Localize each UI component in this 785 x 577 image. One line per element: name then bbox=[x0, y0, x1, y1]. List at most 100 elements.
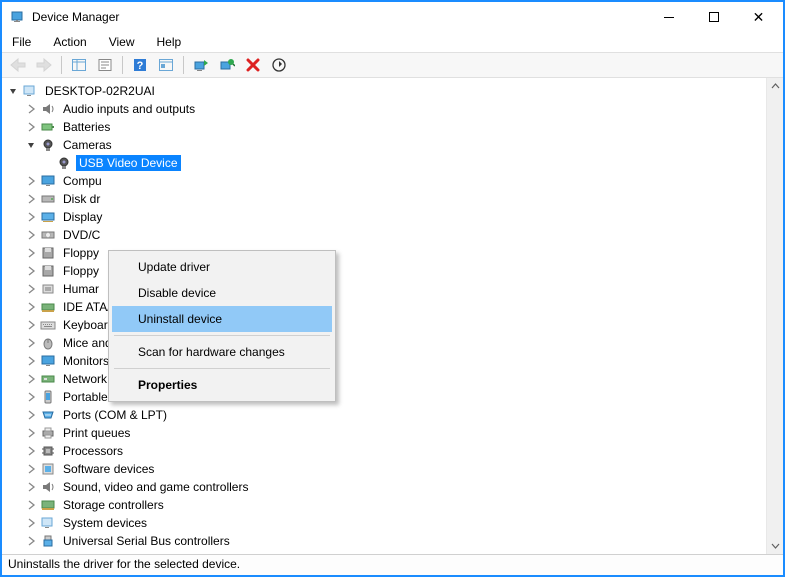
chevron-right-icon[interactable] bbox=[24, 516, 38, 530]
vertical-scrollbar[interactable] bbox=[766, 78, 783, 554]
floppy-icon bbox=[40, 263, 56, 279]
software-icon bbox=[40, 461, 56, 477]
toolbar-uninstall-button[interactable] bbox=[241, 54, 265, 76]
toolbar-update-driver-button[interactable] bbox=[189, 54, 213, 76]
tree-item-label: Disk dr bbox=[60, 191, 103, 207]
chevron-right-icon[interactable] bbox=[24, 354, 38, 368]
tree-item-usb-controllers[interactable]: Universal Serial Bus controllers bbox=[6, 532, 766, 550]
chevron-right-icon[interactable] bbox=[24, 246, 38, 260]
computer-icon bbox=[22, 83, 38, 99]
close-button[interactable]: ✕ bbox=[736, 3, 781, 31]
tree-item-label: Floppy bbox=[60, 245, 102, 261]
ide-icon bbox=[40, 299, 56, 315]
tree-item-label: Floppy bbox=[60, 263, 102, 279]
menubar: File Action View Help bbox=[2, 32, 783, 52]
menu-action[interactable]: Action bbox=[49, 34, 90, 50]
tree-item-label: Compu bbox=[60, 173, 105, 189]
maximize-button[interactable] bbox=[691, 3, 736, 31]
chevron-right-icon[interactable] bbox=[24, 228, 38, 242]
tree-item-print-queues[interactable]: Print queues bbox=[6, 424, 766, 442]
port-icon bbox=[40, 407, 56, 423]
tree-item-cameras[interactable]: Cameras bbox=[6, 136, 766, 154]
chevron-right-icon[interactable] bbox=[24, 498, 38, 512]
chevron-right-icon[interactable] bbox=[24, 120, 38, 134]
chevron-right-icon[interactable] bbox=[24, 462, 38, 476]
menu-view[interactable]: View bbox=[105, 34, 139, 50]
chevron-right-icon[interactable] bbox=[24, 336, 38, 350]
tree-item-software-devices[interactable]: Software devices bbox=[6, 460, 766, 478]
toolbar-back-button[interactable] bbox=[6, 54, 30, 76]
chevron-down-icon[interactable] bbox=[6, 84, 20, 98]
content-area: DESKTOP-02R2UAI Audio inputs and outputs… bbox=[2, 78, 783, 555]
chevron-right-icon[interactable] bbox=[24, 426, 38, 440]
chevron-right-icon[interactable] bbox=[24, 480, 38, 494]
chevron-right-icon[interactable] bbox=[24, 300, 38, 314]
chevron-right-icon[interactable] bbox=[24, 372, 38, 386]
battery-icon bbox=[40, 119, 56, 135]
toolbar-disable-button[interactable] bbox=[267, 54, 291, 76]
chevron-right-icon[interactable] bbox=[24, 264, 38, 278]
tree-item-batteries[interactable]: Batteries bbox=[6, 118, 766, 136]
tree-item-dvd[interactable]: DVD/C bbox=[6, 226, 766, 244]
context-menu-disable-device[interactable]: Disable device bbox=[112, 280, 332, 306]
tree-item-usb-video-device[interactable]: USB Video Device bbox=[6, 154, 766, 172]
context-menu-uninstall-device[interactable]: Uninstall device bbox=[112, 306, 332, 332]
keyboard-icon bbox=[40, 317, 56, 333]
chevron-right-icon[interactable] bbox=[24, 102, 38, 116]
tree-item-audio[interactable]: Audio inputs and outputs bbox=[6, 100, 766, 118]
toolbar-properties-button[interactable] bbox=[93, 54, 117, 76]
scroll-down-arrow-icon[interactable] bbox=[767, 537, 784, 554]
tree-item-system-devices[interactable]: System devices bbox=[6, 514, 766, 532]
tree-item-label: DVD/C bbox=[60, 227, 103, 243]
chevron-right-icon[interactable] bbox=[24, 408, 38, 422]
tree-item-sound-video[interactable]: Sound, video and game controllers bbox=[6, 478, 766, 496]
toolbar-forward-button[interactable] bbox=[32, 54, 56, 76]
minimize-button[interactable] bbox=[646, 3, 691, 31]
scroll-up-arrow-icon[interactable] bbox=[767, 78, 784, 95]
tree-item-label: Ports (COM & LPT) bbox=[60, 407, 170, 423]
toolbar-scan-hardware-button[interactable] bbox=[215, 54, 239, 76]
chevron-right-icon[interactable] bbox=[24, 444, 38, 458]
toolbar-separator bbox=[122, 56, 123, 74]
chevron-right-icon[interactable] bbox=[24, 210, 38, 224]
portable-icon bbox=[40, 389, 56, 405]
floppy-icon bbox=[40, 245, 56, 261]
monitor-icon bbox=[40, 353, 56, 369]
chevron-right-icon[interactable] bbox=[24, 318, 38, 332]
tree-item-disk-drives[interactable]: Disk dr bbox=[6, 190, 766, 208]
tree-item-label: Cameras bbox=[60, 137, 115, 153]
tree-item-storage-controllers[interactable]: Storage controllers bbox=[6, 496, 766, 514]
display-adapter-icon bbox=[40, 209, 56, 225]
camera-icon bbox=[56, 155, 72, 171]
system-icon bbox=[40, 515, 56, 531]
chevron-right-icon[interactable] bbox=[24, 174, 38, 188]
context-menu-properties[interactable]: Properties bbox=[112, 372, 332, 398]
tree-item-computer[interactable]: Compu bbox=[6, 172, 766, 190]
menu-help[interactable]: Help bbox=[153, 34, 186, 50]
toolbar-show-hide-tree-button[interactable] bbox=[67, 54, 91, 76]
toolbar-action-button[interactable] bbox=[154, 54, 178, 76]
toolbar-help-button[interactable]: ? bbox=[128, 54, 152, 76]
audio-icon bbox=[40, 101, 56, 117]
tree-item-display-adapters[interactable]: Display bbox=[6, 208, 766, 226]
context-menu-scan-hardware[interactable]: Scan for hardware changes bbox=[112, 339, 332, 365]
printer-icon bbox=[40, 425, 56, 441]
chevron-down-icon[interactable] bbox=[24, 138, 38, 152]
tree-item-label: Software devices bbox=[60, 461, 157, 477]
tree-item-label: Batteries bbox=[60, 119, 113, 135]
chevron-right-icon[interactable] bbox=[24, 534, 38, 548]
context-menu-update-driver[interactable]: Update driver bbox=[112, 254, 332, 280]
tree-item-label: System devices bbox=[60, 515, 150, 531]
chevron-right-icon[interactable] bbox=[24, 282, 38, 296]
storage-controller-icon bbox=[40, 497, 56, 513]
menu-file[interactable]: File bbox=[8, 34, 35, 50]
network-icon bbox=[40, 371, 56, 387]
tree-item-label: Sound, video and game controllers bbox=[60, 479, 251, 495]
chevron-right-icon[interactable] bbox=[24, 192, 38, 206]
tree-item-ports[interactable]: Ports (COM & LPT) bbox=[6, 406, 766, 424]
tree-root[interactable]: DESKTOP-02R2UAI bbox=[6, 82, 766, 100]
hid-icon bbox=[40, 281, 56, 297]
chevron-right-icon[interactable] bbox=[24, 390, 38, 404]
tree-item-processors[interactable]: Processors bbox=[6, 442, 766, 460]
tree-item-label: Processors bbox=[60, 443, 126, 459]
